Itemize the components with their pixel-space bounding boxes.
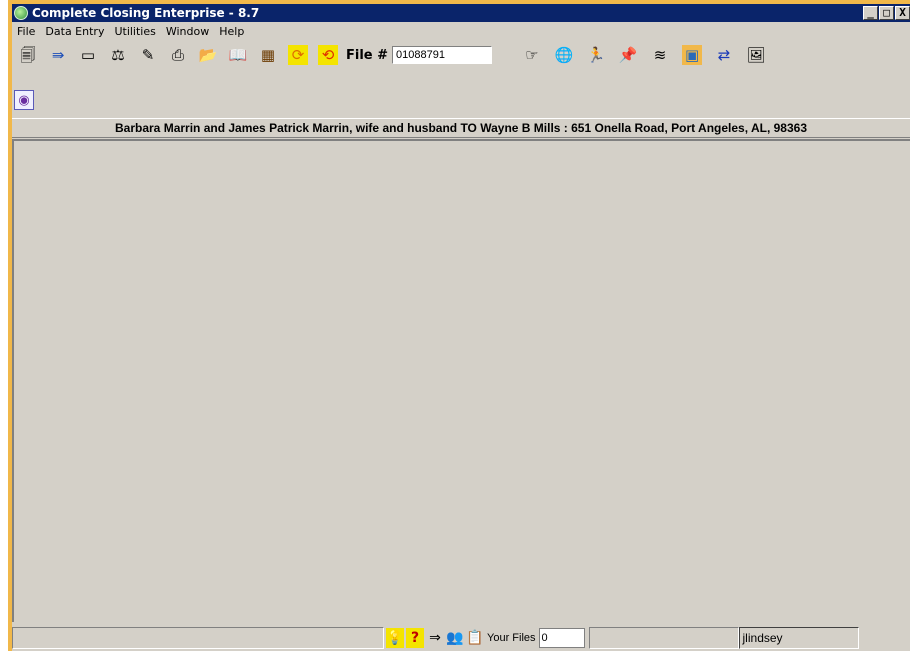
folder-open-icon[interactable]: 📂: [198, 45, 218, 65]
status-bar: 💡?⇒👥📋 Your Files jlindsey: [12, 624, 910, 651]
menu-utilities[interactable]: Utilities: [109, 25, 160, 38]
title-bar[interactable]: Complete Closing Enterprise - 8.7 _ □ X: [12, 4, 910, 22]
alta-icon[interactable]: ⚖: [108, 45, 128, 65]
help-icon[interactable]: ?: [406, 627, 424, 648]
pdf-icon[interactable]: ▭: [78, 45, 98, 65]
maximize-button[interactable]: □: [879, 6, 894, 20]
menu-help[interactable]: Help: [214, 25, 249, 38]
print-icon[interactable]: ⎙: [168, 45, 188, 65]
refresh-icon[interactable]: ⟳: [288, 45, 308, 65]
menu-bar: File Data Entry Utilities Window Help: [12, 22, 910, 40]
your-files-input[interactable]: [538, 627, 585, 648]
chart-icon[interactable]: ▦: [258, 45, 278, 65]
mdi-workspace: [12, 139, 910, 622]
people-icon[interactable]: 👥: [446, 628, 464, 648]
pin-icon[interactable]: 📌: [618, 45, 638, 65]
forward-icon[interactable]: ⇛: [48, 45, 68, 65]
file-number-input[interactable]: [392, 46, 493, 64]
username-panel: jlindsey: [738, 626, 859, 649]
globe-icon[interactable]: 🌐: [554, 45, 574, 65]
app-window: Complete Closing Enterprise - 8.7 _ □ X …: [8, 0, 910, 651]
picture-icon[interactable]: 🖼: [746, 45, 766, 65]
document-search-icon[interactable]: ◉: [14, 90, 34, 110]
book-icon[interactable]: 📖: [228, 45, 248, 65]
lightbulb-icon[interactable]: 💡: [386, 627, 404, 648]
app-logo-icon: [14, 6, 28, 20]
menu-file[interactable]: File: [12, 25, 40, 38]
file-number-label: File #: [346, 47, 389, 63]
wave-icon[interactable]: ≋: [650, 45, 670, 65]
secondary-toolbar: ◉: [12, 90, 910, 116]
runner-icon[interactable]: 🏃: [586, 45, 606, 65]
status-panel-middle: [588, 626, 739, 649]
stamp-icon[interactable]: ✎: [138, 45, 158, 65]
your-files-label: Your Files: [487, 631, 536, 644]
minimize-button[interactable]: _: [863, 6, 878, 20]
window-title: Complete Closing Enterprise - 8.7: [32, 6, 260, 20]
monitor-icon[interactable]: ▣: [682, 45, 703, 65]
menu-data-entry[interactable]: Data Entry: [40, 25, 109, 38]
status-panel-left: [12, 626, 384, 649]
close-button[interactable]: X: [895, 6, 910, 20]
sync-icon[interactable]: ⟲: [318, 45, 338, 65]
main-toolbar: 🗐 ⇛ ▭ ⚖ ✎ ⎙ 📂 📖 ▦ ⟳ ⟲ File # ☞ 🌐 🏃 📌 ≋ ▣ ⇄ 🖼: [12, 40, 910, 70]
form-icon[interactable]: 🗐: [18, 45, 38, 65]
transfer-icon[interactable]: ⇄: [714, 45, 734, 65]
file-description-banner: Barbara Marrin and James Patrick Marrin,…: [12, 118, 910, 138]
clipboard-icon[interactable]: 📋: [466, 628, 484, 648]
hand-pointer-icon[interactable]: ☞: [522, 45, 542, 65]
arrow-doc-icon[interactable]: ⇒: [426, 628, 444, 648]
menu-window[interactable]: Window: [161, 25, 214, 38]
